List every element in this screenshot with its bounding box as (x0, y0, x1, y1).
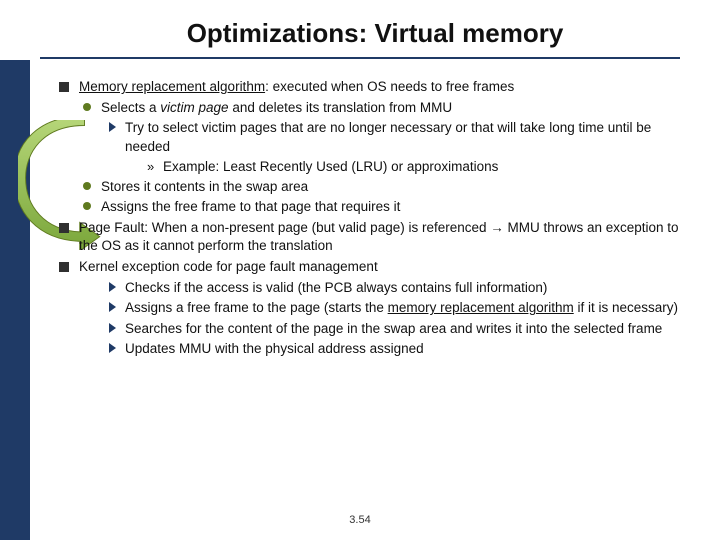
bullet-text: Checks if the access is valid (the PCB a… (125, 280, 547, 295)
bullet-text: Memory replacement algorithm: executed w… (79, 79, 514, 94)
bullet-text: Example: Least Recently Used (LRU) or ap… (163, 159, 498, 174)
content: Memory replacement algorithm: executed w… (55, 78, 690, 360)
bullet-searches-content: Searches for the content of the page in … (55, 320, 690, 338)
bullet-text: Try to select victim pages that are no l… (125, 120, 651, 153)
bullet-checks-access: Checks if the access is valid (the PCB a… (55, 279, 690, 297)
title-wrap: Optimizations: Virtual memory (0, 0, 720, 49)
bullet-text: Searches for the content of the page in … (125, 321, 662, 336)
bullet-text: Updates MMU with the physical address as… (125, 341, 424, 356)
bullet-stores-swap: Stores it contents in the swap area (55, 178, 690, 196)
bullet-assigns-frame: Assigns the free frame to that page that… (55, 198, 690, 216)
bullet-updates-mmu: Updates MMU with the physical address as… (55, 340, 690, 358)
bullet-assigns-free-frame: Assigns a free frame to the page (starts… (55, 299, 690, 317)
bullet-selects-victim: Selects a victim page and deletes its tr… (55, 99, 690, 117)
bullet-example-lru: Example: Least Recently Used (LRU) or ap… (55, 158, 690, 176)
bullet-text: Selects a victim page and deletes its tr… (101, 100, 452, 115)
bullet-text: Page Fault: When a non-present page (but… (79, 220, 679, 253)
bullet-try-select: Try to select victim pages that are no l… (55, 119, 690, 155)
slide-title: Optimizations: Virtual memory (70, 18, 680, 49)
page-number: 3.54 (0, 514, 720, 526)
bullet-text: Assigns a free frame to the page (starts… (125, 300, 678, 315)
bullet-text: Assigns the free frame to that page that… (101, 199, 400, 214)
bullet-memory-replacement: Memory replacement algorithm: executed w… (55, 78, 690, 96)
bullet-text: Kernel exception code for page fault man… (79, 259, 378, 274)
slide: Optimizations: Virtual memory Memory rep… (0, 0, 720, 540)
sidebar-band (0, 60, 30, 540)
bullet-kernel-exception: Kernel exception code for page fault man… (55, 258, 690, 276)
title-rule (40, 57, 680, 59)
bullet-text: Stores it contents in the swap area (101, 179, 308, 194)
bullet-page-fault: Page Fault: When a non-present page (but… (55, 219, 690, 255)
